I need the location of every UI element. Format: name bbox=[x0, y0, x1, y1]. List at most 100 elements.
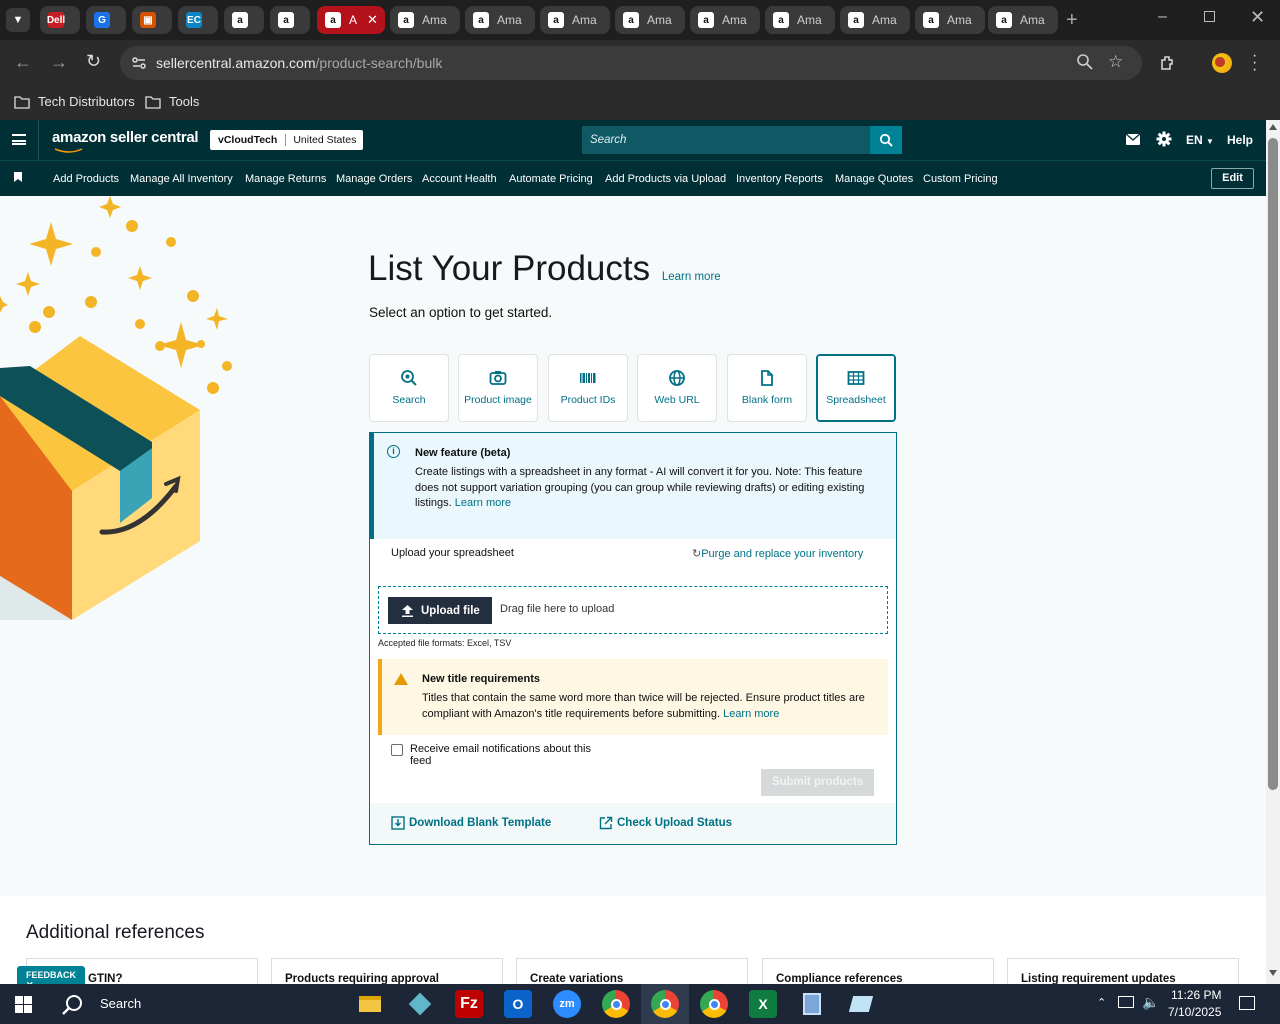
nav-item[interactable]: Add Products via Upload bbox=[605, 173, 726, 185]
nav-item[interactable]: Inventory Reports bbox=[736, 173, 823, 185]
browser-tab[interactable]: a A ✕ bbox=[317, 6, 385, 34]
notifications-icon[interactable] bbox=[1239, 996, 1255, 1010]
network-icon[interactable] bbox=[1118, 996, 1134, 1008]
zoom-icon[interactable]: zm bbox=[553, 990, 581, 1018]
file-explorer-icon[interactable] bbox=[356, 990, 384, 1018]
new-tab-icon[interactable]: + bbox=[1066, 9, 1078, 32]
nav-item[interactable]: Manage All Inventory bbox=[130, 173, 233, 185]
check-upload-status-link[interactable]: Check Upload Status bbox=[599, 816, 732, 830]
browser-tab[interactable]: a Ama bbox=[390, 6, 460, 34]
close-tab-icon[interactable]: ✕ bbox=[367, 12, 378, 28]
browser-tab[interactable]: a Ama bbox=[915, 6, 985, 34]
bookmark-star-icon[interactable]: ☆ bbox=[1108, 52, 1123, 72]
chrome-icon[interactable] bbox=[700, 990, 728, 1018]
chrome-icon[interactable] bbox=[651, 990, 679, 1018]
browser-tab[interactable]: a Ama bbox=[765, 6, 835, 34]
tray-chevron-icon[interactable]: ⌃ bbox=[1097, 996, 1106, 1009]
title-learn-more-link[interactable]: Learn more bbox=[662, 271, 721, 283]
warning-learn-more-link[interactable]: Learn more bbox=[723, 708, 779, 720]
extensions-icon[interactable] bbox=[1159, 54, 1177, 77]
windows-start-icon[interactable] bbox=[15, 996, 32, 1013]
file-dropzone[interactable]: Upload file Drag file here to upload bbox=[378, 586, 888, 634]
external-link-icon bbox=[599, 816, 613, 830]
site-settings-icon[interactable] bbox=[131, 55, 147, 71]
app-diamond-icon[interactable] bbox=[406, 990, 434, 1018]
profile-avatar[interactable] bbox=[1212, 53, 1232, 73]
clock-date[interactable]: 7/10/2025 bbox=[1168, 1005, 1221, 1019]
browser-tab[interactable]: a Ama bbox=[540, 6, 610, 34]
browser-tab[interactable]: Dell bbox=[40, 6, 80, 34]
taskbar-search-icon[interactable] bbox=[62, 994, 84, 1016]
nav-item[interactable]: Manage Returns bbox=[245, 173, 326, 185]
option-spreadsheet[interactable]: Spreadsheet bbox=[816, 354, 896, 422]
nav-item[interactable]: Automate Pricing bbox=[509, 173, 593, 185]
browser-tab[interactable]: G bbox=[86, 6, 126, 34]
tab-search-button[interactable]: ▼ bbox=[6, 8, 30, 32]
minimize-icon[interactable]: – bbox=[1158, 8, 1167, 26]
bookmarks-bar: Tech Distributors Tools bbox=[0, 86, 1280, 120]
option-product-ids[interactable]: Product IDs bbox=[548, 354, 628, 422]
purge-replace-link[interactable]: ↻Purge and replace your inventory bbox=[692, 547, 863, 560]
header-search-input[interactable]: Search bbox=[582, 126, 870, 154]
back-icon[interactable]: ← bbox=[14, 52, 32, 73]
messages-icon[interactable] bbox=[1126, 134, 1140, 145]
excel-icon[interactable]: X bbox=[749, 990, 777, 1018]
scroll-up-icon[interactable] bbox=[1269, 124, 1277, 130]
url-field[interactable]: sellercentral.amazon.com/product-search/… bbox=[120, 46, 1142, 80]
browser-tab[interactable]: a Ama bbox=[465, 6, 535, 34]
option-blank-form[interactable]: Blank form bbox=[727, 354, 807, 422]
chrome-icon[interactable] bbox=[602, 990, 630, 1018]
email-notification-label: Receive email notifications about this f… bbox=[410, 743, 591, 767]
bookmark-tools[interactable]: Tools bbox=[145, 94, 199, 109]
browser-tab[interactable]: a Ama bbox=[690, 6, 760, 34]
option-search[interactable]: Search bbox=[369, 354, 449, 422]
outlook-icon[interactable]: O bbox=[504, 990, 532, 1018]
download-icon bbox=[391, 816, 405, 830]
scroll-down-icon[interactable] bbox=[1269, 970, 1277, 976]
option-product-image[interactable]: Product image bbox=[458, 354, 538, 422]
bookmark-flag-icon[interactable] bbox=[14, 172, 22, 182]
info-learn-more-link[interactable]: Learn more bbox=[455, 497, 511, 509]
nav-item[interactable]: Custom Pricing bbox=[923, 173, 998, 185]
bookmark-tech-distributors[interactable]: Tech Distributors bbox=[14, 94, 135, 109]
browser-tab[interactable]: a Ama bbox=[615, 6, 685, 34]
seller-central-logo[interactable]: amazon seller central bbox=[52, 129, 199, 153]
nav-edit-button[interactable]: Edit bbox=[1211, 168, 1254, 189]
download-template-link[interactable]: Download Blank Template bbox=[391, 816, 551, 830]
browser-tab[interactable]: a Ama bbox=[840, 6, 910, 34]
browser-tab[interactable]: a Ama bbox=[988, 6, 1058, 34]
scrollbar-thumb[interactable] bbox=[1268, 138, 1278, 790]
store-selector[interactable]: vCloudTech United States bbox=[210, 130, 364, 150]
nav-item[interactable]: Account Health bbox=[422, 173, 497, 185]
browser-tab[interactable]: ▣ bbox=[132, 6, 172, 34]
calculator-icon[interactable] bbox=[798, 990, 826, 1018]
notepad-icon[interactable] bbox=[847, 990, 875, 1018]
submit-products-button[interactable]: Submit products bbox=[761, 769, 874, 796]
upload-file-button[interactable]: Upload file bbox=[388, 597, 492, 624]
clock-time[interactable]: 11:26 PM bbox=[1171, 988, 1221, 1002]
nav-item[interactable]: Add Products bbox=[53, 173, 119, 185]
hamburger-menu-icon[interactable] bbox=[12, 134, 26, 145]
forward-icon[interactable]: → bbox=[50, 52, 68, 73]
folder-icon bbox=[14, 95, 30, 109]
help-link[interactable]: Help bbox=[1227, 133, 1253, 147]
chrome-menu-icon[interactable]: · · · bbox=[1252, 48, 1257, 78]
filezilla-icon[interactable]: Fz bbox=[455, 990, 483, 1018]
nav-item[interactable]: Manage Orders bbox=[336, 173, 412, 185]
email-notification-checkbox[interactable] bbox=[391, 744, 403, 756]
volume-icon[interactable]: 🔈 bbox=[1142, 994, 1159, 1011]
language-selector[interactable]: EN ▼ bbox=[1186, 133, 1214, 147]
feedback-button[interactable]: FEEDBACK ✕ bbox=[17, 966, 85, 990]
restore-icon[interactable] bbox=[1204, 11, 1215, 22]
header-search-button[interactable] bbox=[870, 126, 902, 154]
browser-tab[interactable]: EC bbox=[178, 6, 218, 34]
browser-tab[interactable]: a bbox=[270, 6, 310, 34]
close-window-icon[interactable]: ✕ bbox=[1250, 7, 1265, 28]
settings-gear-icon[interactable] bbox=[1156, 131, 1172, 152]
zoom-icon[interactable] bbox=[1076, 53, 1094, 74]
option-web-url[interactable]: Web URL bbox=[637, 354, 717, 422]
taskbar-search-label[interactable]: Search bbox=[100, 996, 141, 1011]
browser-tab[interactable]: a bbox=[224, 6, 264, 34]
nav-item[interactable]: Manage Quotes bbox=[835, 173, 913, 185]
reload-icon[interactable]: ↻ bbox=[86, 51, 101, 72]
